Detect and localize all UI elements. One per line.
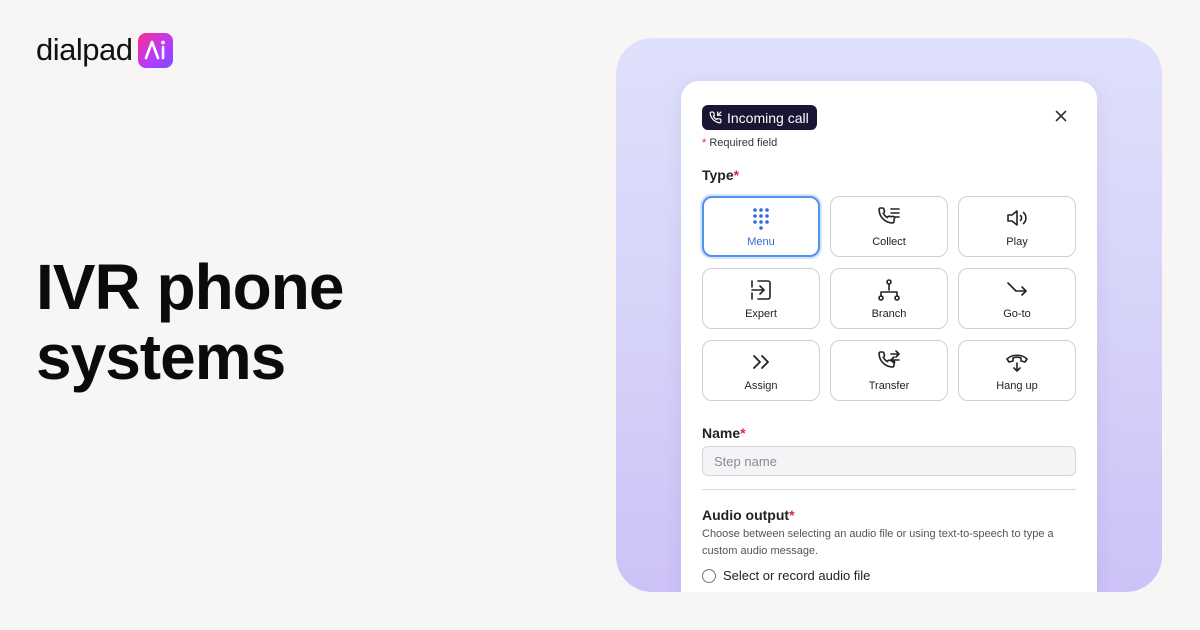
logo-text: dialpad [36,32,133,67]
audio-output-label: Audio output* [702,507,795,523]
tile-label: Expert [745,307,777,320]
phone-incoming-icon [709,111,722,124]
keypad-icon [753,207,769,230]
audio-option-select-record[interactable]: Select or record audio file [702,568,870,583]
tile-label: Menu [747,235,775,248]
type-tile-play[interactable]: Play [958,196,1076,257]
type-label: Type* [702,167,739,183]
incoming-call-badge: Incoming call [702,105,817,130]
headline-line-1: IVR phone [36,251,344,323]
tile-label: Collect [872,235,906,248]
enter-icon [751,279,771,300]
preview-panel: Incoming call * Required field Type* Men… [616,38,1162,592]
hang-up-icon [1006,353,1028,372]
audio-output-help: Choose between selecting an audio file o… [702,528,1054,557]
type-tile-goto[interactable]: Go-to [958,268,1076,329]
type-tile-transfer[interactable]: Transfer [830,340,948,401]
radio-label: Select or record audio file [723,568,871,583]
required-asterisk: * [789,507,795,523]
required-asterisk: * [733,167,740,183]
incoming-call-label: Incoming call [727,109,809,126]
step-name-input[interactable] [702,446,1076,476]
close-icon[interactable] [1053,108,1069,124]
type-tile-menu[interactable]: Menu [702,196,820,257]
type-tile-collect[interactable]: Collect [830,196,948,257]
ai-badge-icon [138,32,174,68]
phone-list-icon [878,206,900,224]
tile-label: Assign [744,379,778,392]
required-field-text: Required field [709,137,778,149]
type-tile-expert[interactable]: Expert [702,268,820,329]
type-label-text: Type [702,167,734,183]
type-tile-branch[interactable]: Branch [830,268,948,329]
type-tile-hangup[interactable]: Hang up [958,340,1076,401]
tile-label: Hang up [996,379,1038,392]
double-chevron-icon [753,354,769,369]
goto-arrow-icon [1007,281,1027,296]
type-tile-assign[interactable]: Assign [702,340,820,401]
radio-button[interactable] [702,568,716,583]
tile-label: Branch [871,307,907,320]
name-label: Name* [702,425,746,441]
dialpad-logo: dialpad [36,32,174,68]
tile-label: Play [1006,235,1028,248]
required-asterisk: * [702,137,707,149]
section-divider [702,489,1076,490]
step-type-grid: Menu Collect Play Expert Branch Go-to As… [702,196,1076,401]
branch-icon [878,278,900,301]
phone-transfer-icon [878,349,900,368]
required-field-note: * Required field [702,137,777,149]
speaker-icon [1007,209,1027,226]
tile-label: Go-to [1003,307,1031,320]
name-label-text: Name [702,425,741,441]
required-asterisk: * [740,425,746,441]
audio-output-label-text: Audio output [702,507,790,523]
page-headline: IVR phone systems [36,251,344,393]
ivr-step-dialog: Incoming call * Required field Type* Men… [681,81,1097,592]
headline-line-2: systems [36,321,286,393]
tile-label: Transfer [868,379,910,392]
